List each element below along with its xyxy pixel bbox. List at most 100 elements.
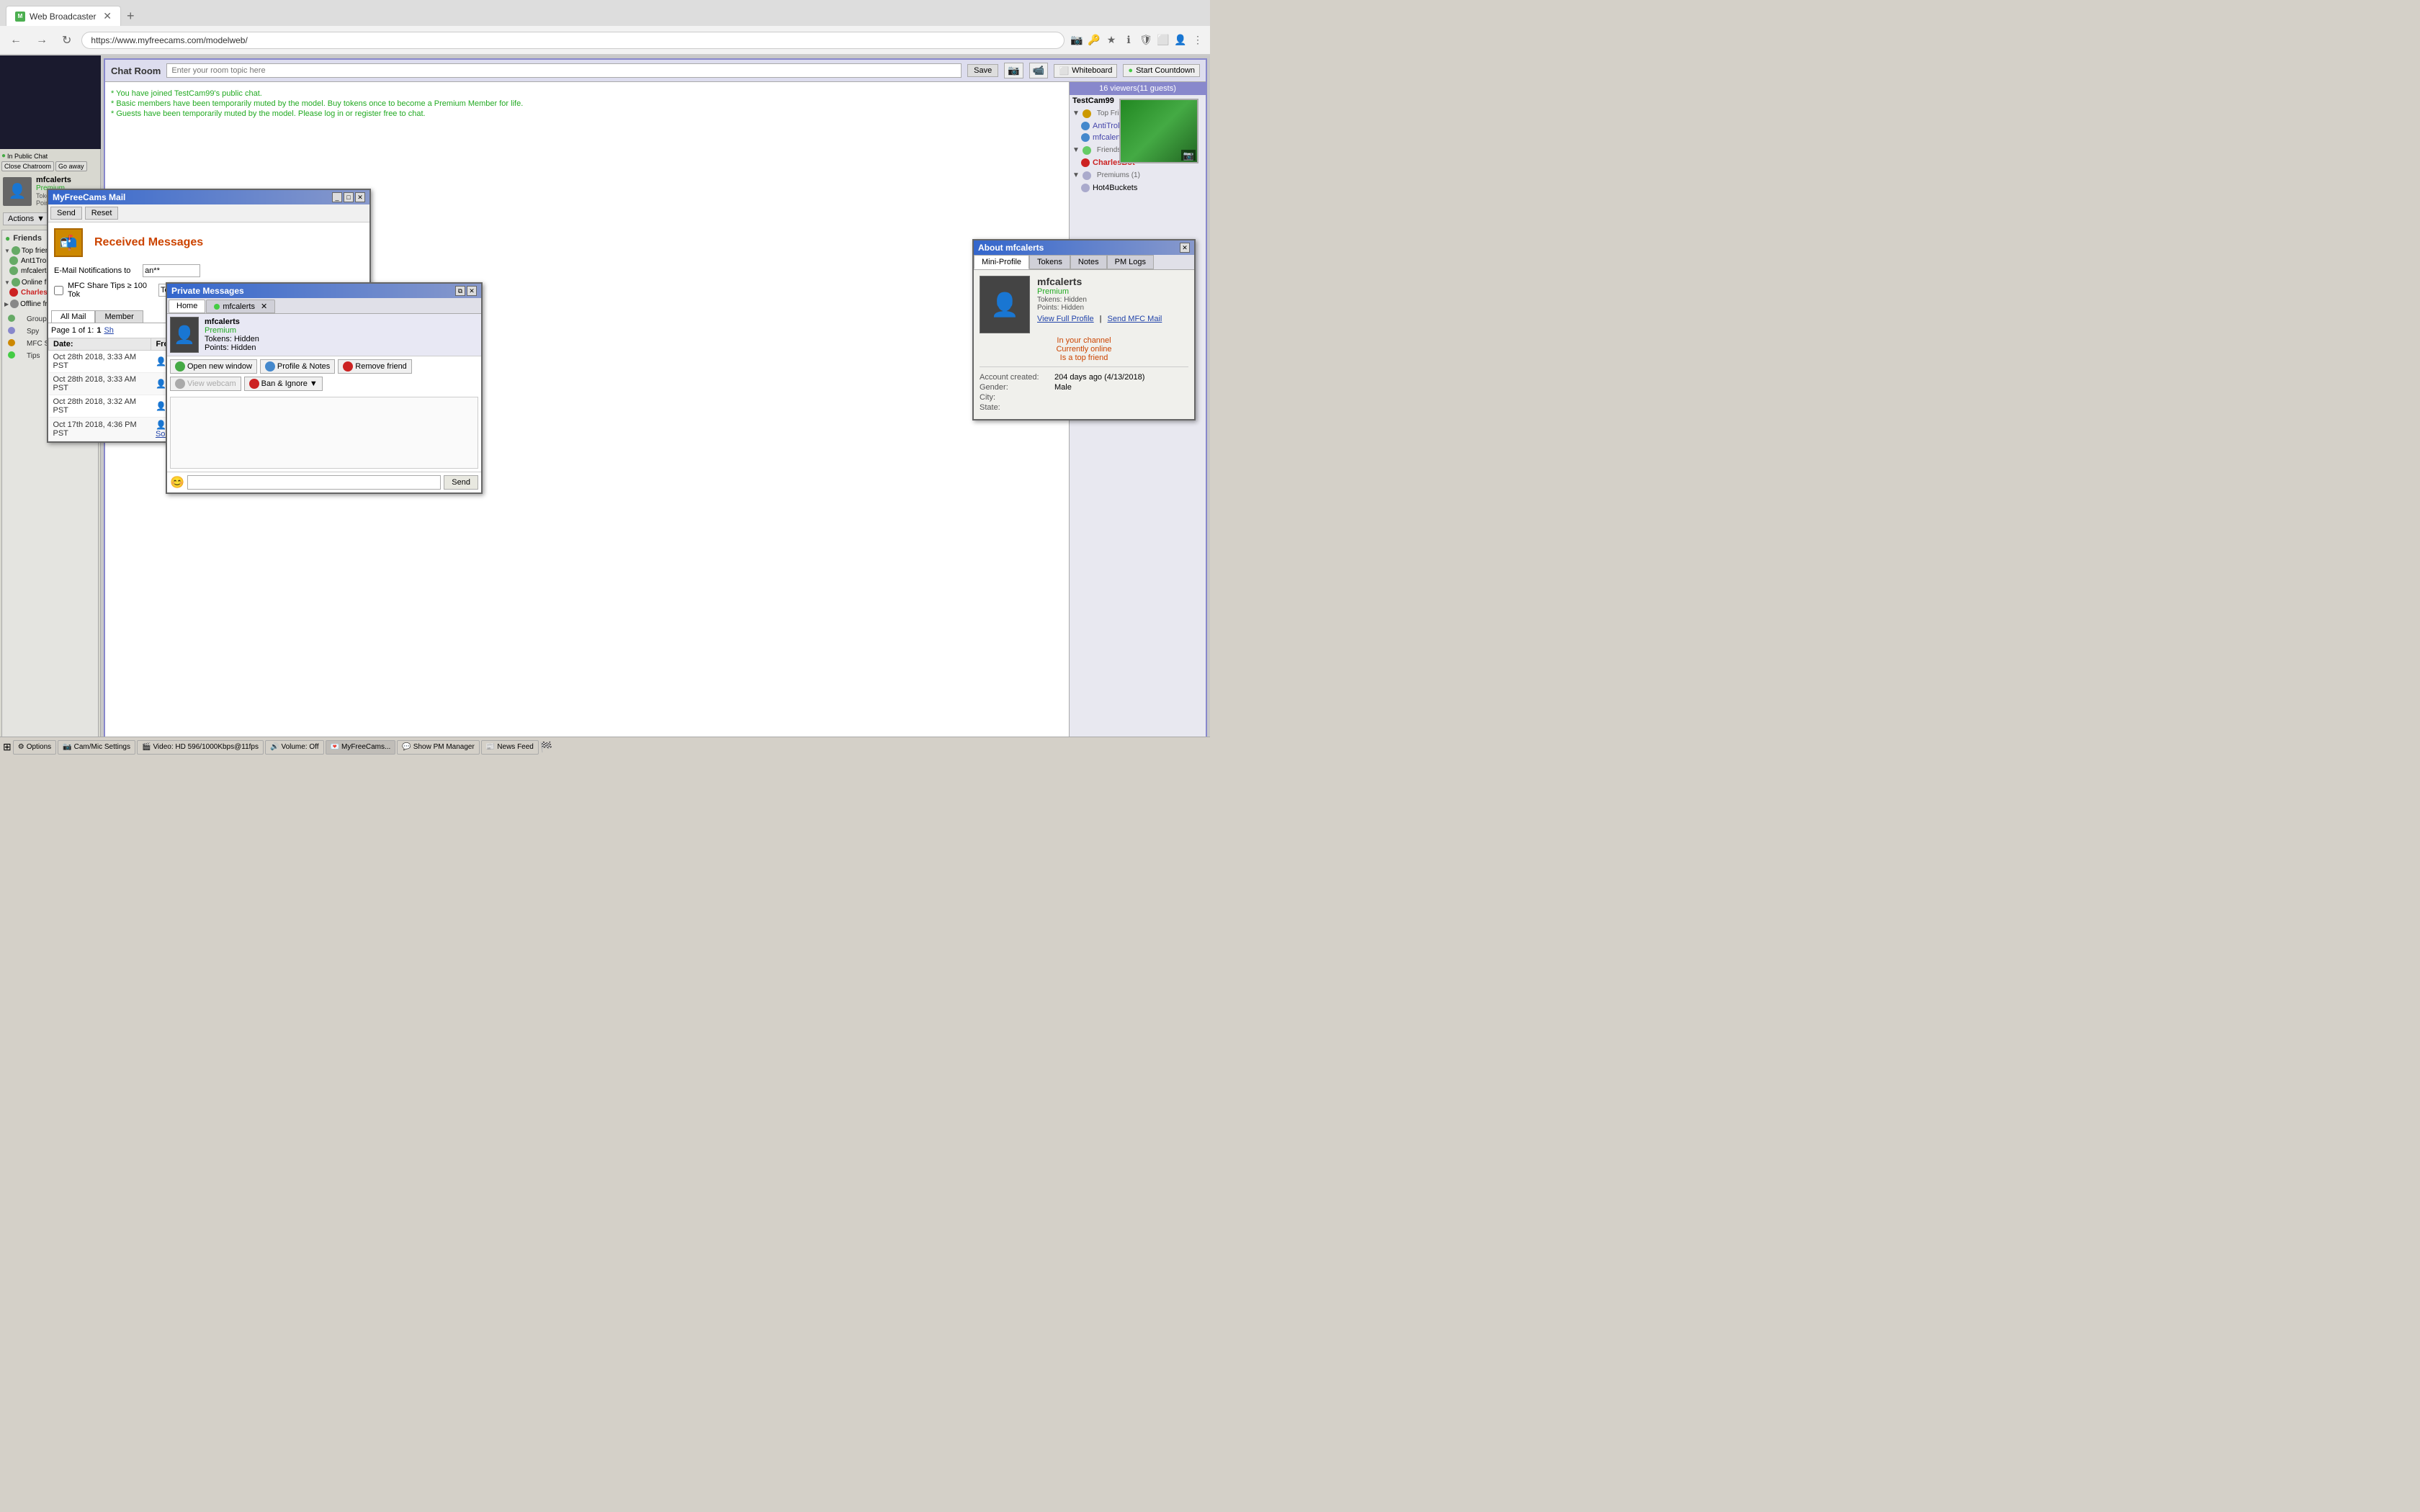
mfcshare-count-icon	[8, 339, 15, 346]
options-button[interactable]: ⚙ Options	[13, 740, 56, 755]
remove-friend-button[interactable]: Remove friend	[338, 359, 412, 374]
triangle-icon: ▼	[4, 279, 10, 286]
news-feed-button[interactable]: 📰 News Feed	[481, 740, 539, 755]
about-tab-mini-profile[interactable]: Mini-Profile	[974, 255, 1029, 269]
show-pm-manager-button[interactable]: 💬 Show PM Manager	[397, 740, 480, 755]
mail-tab-all[interactable]: All Mail	[51, 310, 95, 323]
password-icon[interactable]: 🔑	[1088, 34, 1101, 47]
menu-icon[interactable]: ⋮	[1191, 34, 1204, 47]
mail-reset-button[interactable]: Reset	[85, 207, 119, 220]
open-new-window-button[interactable]: Open new window	[170, 359, 257, 374]
main-content: ● In Public Chat Close Chatroom Go away …	[0, 55, 1210, 757]
remove-friend-icon	[343, 361, 353, 372]
about-premium-badge: Premium	[1037, 287, 1162, 296]
info-icon[interactable]: ℹ	[1122, 34, 1135, 47]
browser-chrome: M Web Broadcaster ✕ + ← → ↻ 📷 🔑 ★ ℹ 🛡 ⬜ …	[0, 0, 1210, 55]
back-button[interactable]: ←	[6, 32, 26, 48]
reload-button[interactable]: ↻	[58, 32, 76, 49]
mail-date: Oct 17th 2018, 4:36 PM PST	[49, 418, 151, 441]
go-away-button[interactable]: Go away	[55, 161, 87, 171]
dropdown-arrow-icon: ▼	[37, 215, 45, 223]
emoji-button[interactable]: 😊	[170, 475, 184, 490]
thumbnail-icon: 📷	[1181, 150, 1196, 161]
extensions-icon[interactable]: ⬜	[1157, 34, 1170, 47]
cam-button-1[interactable]: 📷	[1004, 63, 1023, 78]
mail-close-button[interactable]: ✕	[355, 192, 365, 202]
about-close-button[interactable]: ✕	[1180, 243, 1190, 253]
about-user-row: 👤 mfcalerts Premium Tokens: Hidden Point…	[980, 276, 1188, 333]
profile-icon[interactable]: 👤	[1174, 34, 1187, 47]
pm-input-row: 😊 Send	[167, 472, 481, 492]
about-tab-notes[interactable]: Notes	[1070, 255, 1107, 269]
about-content: 👤 mfcalerts Premium Tokens: Hidden Point…	[974, 270, 1194, 419]
about-tab-pm-logs[interactable]: PM Logs	[1107, 255, 1154, 269]
mail-received-title: Received Messages	[94, 236, 203, 249]
whiteboard-button[interactable]: ⬜ Whiteboard	[1054, 64, 1117, 78]
email-input[interactable]	[143, 264, 200, 277]
pm-user-status: Premium	[205, 326, 259, 335]
volume-icon: 🔊	[270, 743, 279, 751]
shield-icon[interactable]: 🛡	[1139, 34, 1152, 47]
mfc-share-tips-checkbox[interactable]	[54, 286, 63, 295]
browser-icons: 📷 🔑 ★ ℹ 🛡 ⬜ 👤 ⋮	[1070, 34, 1204, 47]
group-icon	[12, 278, 20, 287]
pm-avatar: 👤	[170, 317, 199, 353]
about-status-text: In your channel Currently online Is a to…	[980, 336, 1188, 362]
active-tab[interactable]: M Web Broadcaster ✕	[6, 6, 121, 26]
pm-user-tab-label: mfcalerts	[223, 302, 255, 311]
gender-value: Male	[1054, 383, 1072, 392]
pm-close-button[interactable]: ✕	[467, 286, 477, 296]
close-chatroom-button[interactable]: Close Chatroom	[1, 161, 54, 171]
pm-chat-area	[170, 397, 478, 469]
cam-button-2[interactable]: 📹	[1029, 63, 1049, 78]
show-link[interactable]: Sh	[104, 326, 113, 335]
avatar: 👤	[3, 177, 32, 206]
mail-tab-member[interactable]: Member	[95, 310, 143, 323]
state-label: State:	[980, 403, 1052, 412]
whiteboard-icon: ⬜	[1059, 66, 1069, 76]
profile-notes-button[interactable]: Profile & Notes	[260, 359, 335, 374]
tab-close-button[interactable]: ✕	[103, 10, 112, 22]
volume-button[interactable]: 🔊 Volume: Off	[265, 740, 324, 755]
thumbnail-area: 📷 TestCam99	[1125, 63, 1204, 139]
pm-user-tab[interactable]: mfcalerts ✕	[206, 300, 275, 313]
cast-icon[interactable]: 📷	[1070, 34, 1083, 47]
forward-button[interactable]: →	[32, 32, 52, 48]
about-tab-tokens[interactable]: Tokens	[1029, 255, 1070, 269]
ban-ignore-button[interactable]: Ban & Ignore ▼	[244, 377, 323, 391]
pm-manager-icon: 💬	[402, 743, 411, 751]
pm-restore-button[interactable]: ⧉	[455, 286, 465, 296]
options-label: Options	[27, 743, 51, 751]
mail-send-button[interactable]: Send	[50, 207, 82, 220]
view-full-profile-link[interactable]: View Full Profile	[1037, 315, 1094, 323]
pm-home-tab[interactable]: Home	[169, 300, 205, 313]
news-feed-label: News Feed	[497, 743, 534, 751]
thumbnail-preview: 📷	[1119, 99, 1198, 163]
video-status-button[interactable]: 🎬 Video: HD 596/1000Kbps@11fps	[137, 740, 264, 755]
mail-maximize-button[interactable]: □	[344, 192, 354, 202]
group-offline-icon	[10, 300, 19, 308]
topic-input[interactable]	[166, 63, 962, 78]
hot4buckets-icon	[1081, 184, 1090, 192]
start-icon[interactable]: ⊞	[3, 741, 12, 753]
bookmark-icon[interactable]: ★	[1105, 34, 1118, 47]
cam-mic-settings-button[interactable]: 📷 Cam/Mic Settings	[58, 740, 135, 755]
pm-message-input[interactable]	[187, 475, 441, 490]
new-tab-button[interactable]: +	[121, 9, 140, 24]
pm-tokens: Tokens: Hidden	[205, 335, 259, 343]
page-info-label: Page 1 of 1:	[51, 326, 94, 335]
pm-send-button[interactable]: Send	[444, 475, 478, 490]
view-webcam-button[interactable]: View webcam	[170, 377, 241, 391]
chat-room-header: Chat Room Save 📷 📹 ⬜ Whiteboard ● Start …	[105, 60, 1206, 82]
is-top-friend-label: Is a top friend	[980, 354, 1188, 362]
url-input[interactable]	[81, 32, 1065, 49]
save-topic-button[interactable]: Save	[967, 64, 998, 77]
pm-tab-close-icon[interactable]: ✕	[261, 302, 267, 311]
send-mfc-mail-link[interactable]: Send MFC Mail	[1108, 315, 1162, 323]
mail-minimize-button[interactable]: _	[332, 192, 342, 202]
gender-label: Gender:	[980, 383, 1052, 392]
viewer-item-hot4buckets[interactable]: Hot4Buckets	[1070, 182, 1206, 194]
myfreecams-button[interactable]: 💌 MyFreeCams...	[326, 740, 396, 755]
actions-dropdown-button[interactable]: Actions ▼	[3, 212, 50, 225]
pm-manager-label: Show PM Manager	[413, 743, 475, 751]
